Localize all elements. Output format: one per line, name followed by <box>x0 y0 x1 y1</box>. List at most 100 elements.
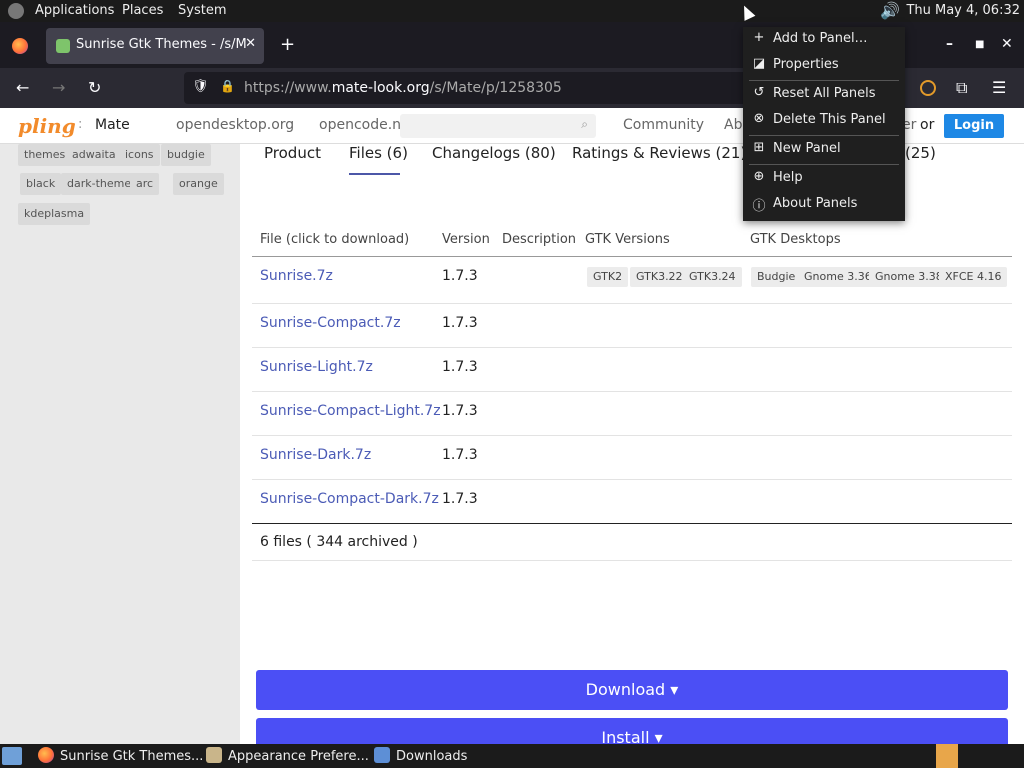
gtk-chip: GTK3.22 <box>630 267 689 287</box>
file-version: 1.7.3 <box>442 315 478 331</box>
or-text: or <box>920 117 935 133</box>
menu-places[interactable]: Places <box>122 3 163 18</box>
tab-files[interactable]: Files (6) <box>349 144 408 162</box>
menu-item-add-to-panel[interactable]: + Add to Panel… <box>743 27 905 51</box>
file-link[interactable]: Sunrise-Compact.7z <box>260 315 401 331</box>
header-file: File (click to download) <box>260 232 410 247</box>
tag-budgie[interactable]: budgie <box>161 144 211 166</box>
menu-item-reset-all-panels[interactable]: ↺ Reset All Panels <box>743 82 905 106</box>
top-panel: Applications Places System 🔊 Thu May 4, … <box>0 0 1024 22</box>
row-divider <box>252 435 1012 436</box>
taskbar-label: Downloads <box>396 749 468 764</box>
url-text[interactable]: https://www.mate-look.org/s/Mate/p/12583… <box>244 80 562 96</box>
pling-logo[interactable]: pling <box>18 114 76 138</box>
tag-themes[interactable]: themes <box>18 144 72 166</box>
info-icon: ⓘ <box>752 199 766 214</box>
hamburger-menu-icon[interactable]: ☰ <box>992 78 1006 97</box>
forward-icon[interactable]: → <box>52 78 65 97</box>
tag-kdeplasma[interactable]: kdeplasma <box>18 203 91 225</box>
menu-item-properties[interactable]: ◪ Properties <box>743 53 905 77</box>
favicon-icon <box>56 39 70 53</box>
maximize-icon[interactable]: ■ <box>975 39 984 50</box>
menu-item-delete-this-panel[interactable]: ⊗ Delete This Panel <box>743 108 905 132</box>
tab-ratings[interactable]: Ratings & Reviews (21) <box>572 144 746 162</box>
back-icon[interactable]: ← <box>16 78 29 97</box>
row-divider <box>252 347 1012 348</box>
menu-item-label: Add to Panel… <box>773 31 868 46</box>
tab-title: Sunrise Gtk Themes - /s/Mate <box>76 37 246 52</box>
link-opencode[interactable]: opencode.ne <box>319 117 410 133</box>
main-content: Product Files (6) Changelogs (80) Rating… <box>240 144 1024 744</box>
mate-logo-icon[interactable] <box>8 3 24 19</box>
clock[interactable]: Thu May 4, 06:32 <box>906 3 1020 18</box>
install-button[interactable]: Install ▾ <box>256 718 1008 744</box>
download-button[interactable]: Download ▾ <box>256 670 1008 710</box>
file-link[interactable]: Sunrise-Light.7z <box>260 359 373 375</box>
close-tab-icon[interactable]: ✕ <box>245 36 256 51</box>
tag-arc[interactable]: arc <box>130 173 160 195</box>
tray-firefox-icon[interactable] <box>936 744 958 768</box>
file-link[interactable]: Sunrise-Compact-Dark.7z <box>260 491 439 507</box>
tag-adwaita[interactable]: adwaita <box>66 144 122 166</box>
section-mate[interactable]: Mate <box>95 117 130 133</box>
menu-applications[interactable]: Applications <box>35 3 114 18</box>
desktop-chip: Gnome 3.36 <box>798 267 878 287</box>
login-button[interactable]: Login <box>944 114 1004 138</box>
sidebar: themes adwaita icons budgie black dark-t… <box>0 144 240 744</box>
lock-icon[interactable]: 🔒 <box>220 79 235 93</box>
menu-item-label: Reset All Panels <box>773 86 876 101</box>
files-summary: 6 files ( 344 archived ) <box>260 534 418 550</box>
link-about[interactable]: Ab <box>724 117 742 133</box>
search-input[interactable]: ⌕ <box>400 114 596 138</box>
new-tab-icon[interactable]: + <box>280 34 295 55</box>
menu-item-help[interactable]: ⊕ Help <box>743 166 905 190</box>
taskbar: Sunrise Gtk Themes... Appearance Prefere… <box>0 744 1024 768</box>
menu-separator <box>749 164 899 165</box>
volume-icon[interactable]: 🔊 <box>880 1 900 20</box>
file-link[interactable]: Sunrise.7z <box>260 268 333 284</box>
search-icon: ⌕ <box>581 117 588 131</box>
tag-icons[interactable]: icons <box>119 144 160 166</box>
extension-icon[interactable] <box>920 80 936 96</box>
new-panel-icon: ⊞ <box>753 140 765 155</box>
menu-item-new-panel[interactable]: ⊞ New Panel <box>743 137 905 161</box>
taskbar-item-appearance[interactable]: Appearance Prefere... <box>206 747 369 764</box>
menu-item-about-panels[interactable]: ⓘ About Panels <box>743 192 905 216</box>
file-version: 1.7.3 <box>442 403 478 419</box>
puzzle-icon[interactable]: ⧉ <box>956 78 967 98</box>
firefox-icon[interactable] <box>12 38 28 54</box>
link-opendesktop[interactable]: opendesktop.org <box>176 117 294 133</box>
menu-separator <box>749 135 899 136</box>
tag-black[interactable]: black <box>20 173 62 195</box>
shield-icon[interactable]: 🛡 <box>192 79 209 94</box>
file-version: 1.7.3 <box>442 447 478 463</box>
appearance-icon <box>206 747 222 763</box>
link-community[interactable]: Community <box>623 117 704 133</box>
file-link[interactable]: Sunrise-Dark.7z <box>260 447 371 463</box>
menu-separator <box>749 80 899 81</box>
row-divider <box>252 303 1012 304</box>
header-gtk-desktops: GTK Desktops <box>750 232 841 247</box>
file-link[interactable]: Sunrise-Compact-Light.7z <box>260 403 441 419</box>
show-desktop-icon[interactable] <box>2 747 22 765</box>
gtk-chip: GTK3.24 <box>683 267 742 287</box>
separator: : <box>78 117 83 132</box>
desktop-chip: XFCE 4.16 <box>939 267 1008 287</box>
taskbar-item-downloads[interactable]: Downloads <box>374 747 467 764</box>
close-window-icon[interactable]: ✕ <box>1001 36 1013 52</box>
tag-dark-theme[interactable]: dark-theme <box>61 173 138 195</box>
plus-icon: + <box>753 30 765 45</box>
minimize-icon[interactable]: – <box>946 36 953 52</box>
tab-sunrise[interactable]: Sunrise Gtk Themes - /s/Mate ✕ <box>46 28 264 64</box>
tab-changelogs[interactable]: Changelogs (80) <box>432 144 556 162</box>
taskbar-item-firefox[interactable]: Sunrise Gtk Themes... <box>38 747 203 764</box>
panel-context-menu: + Add to Panel… ◪ Properties ↺ Reset All… <box>743 27 905 221</box>
menu-item-label: About Panels <box>773 196 858 211</box>
tag-orange[interactable]: orange <box>173 173 224 195</box>
reload-icon[interactable]: ↻ <box>88 78 101 97</box>
desktop-chip: Gnome 3.38 <box>869 267 949 287</box>
tab-product[interactable]: Product <box>264 144 321 162</box>
menu-system[interactable]: System <box>178 3 226 18</box>
tab-more[interactable]: (25) <box>905 144 936 162</box>
folder-icon <box>374 747 390 763</box>
